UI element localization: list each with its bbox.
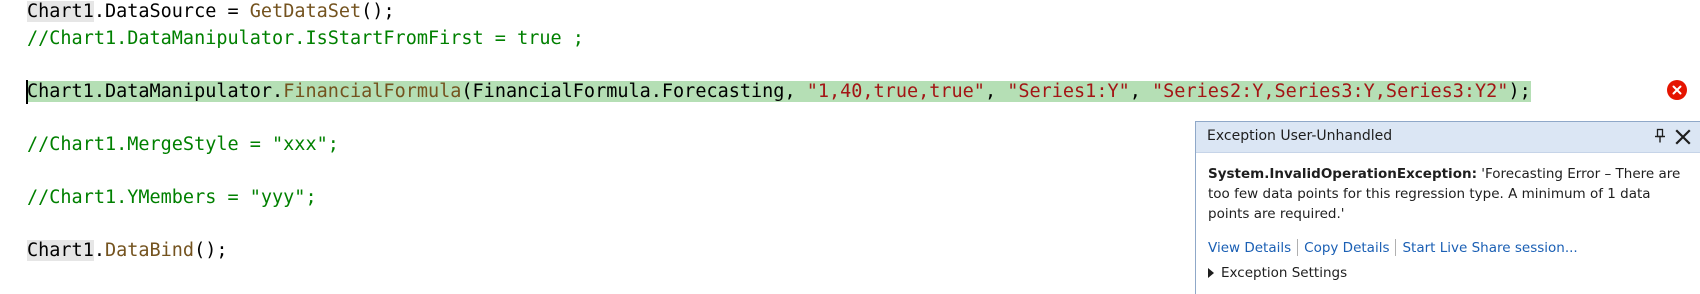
link-divider [1297, 239, 1299, 256]
live-share-link[interactable]: Start Live Share session... [1402, 240, 1577, 256]
code-token-dot: . [93, 240, 105, 261]
code-token-enum-type: FinancialFormula [472, 81, 651, 102]
code-token-chart: Chart1 [27, 240, 94, 261]
current-statement-highlight: Chart1.DataManipulator.FinancialFormula(… [27, 81, 1531, 102]
code-token-open-paren: ( [461, 81, 473, 102]
code-token-dot: . [272, 81, 284, 102]
exception-popup-title: Exception User-Unhandled [1207, 128, 1393, 144]
text-caret [26, 80, 28, 104]
exception-popup: Exception User-Unhandled System.InvalidO… [1195, 121, 1700, 294]
code-token-separator: , [784, 81, 807, 102]
code-token-string-arg3: "Series2:Y,Series3:Y,Series3:Y2" [1152, 81, 1509, 102]
code-token-dot: . [650, 81, 662, 102]
code-line-6[interactable]: Chart1.DataBind(); [27, 237, 228, 265]
code-token-dot: . [93, 1, 105, 22]
view-details-link[interactable]: View Details [1208, 240, 1291, 256]
code-line-2-comment[interactable]: //Chart1.DataManipulator.IsStartFromFirs… [27, 25, 584, 53]
exception-message: System.InvalidOperationException: 'Forec… [1208, 164, 1686, 224]
copy-details-link[interactable]: Copy Details [1304, 240, 1389, 256]
code-token-property: DataManipulator [104, 81, 273, 102]
code-token-tail: (); [361, 1, 395, 22]
exception-actions: View Details Copy Details Start Live Sha… [1208, 239, 1578, 256]
code-token-separator: , [984, 81, 1008, 102]
code-line-3-current-statement[interactable]: Chart1.DataManipulator.FinancialFormula(… [27, 78, 1531, 106]
code-token-separator: , [1129, 81, 1153, 102]
code-token-method: GetDataSet [249, 1, 362, 22]
exception-type: System.InvalidOperationException: [1208, 166, 1477, 182]
code-token-dot: . [93, 81, 105, 102]
code-token-assign: = [216, 1, 250, 22]
code-line-5-comment[interactable]: //Chart1.YMembers = "yyy"; [27, 184, 317, 212]
code-token-chart: Chart1 [27, 1, 94, 22]
code-token-enum-value: Forecasting [661, 81, 785, 102]
code-line-1[interactable]: Chart1.DataSource = GetDataSet(); [27, 0, 395, 26]
code-token-string-arg2: "Series1:Y" [1007, 81, 1130, 102]
code-token-method: FinancialFormula [283, 81, 462, 102]
exception-settings-expander[interactable]: Exception Settings [1208, 265, 1347, 281]
link-divider [1395, 239, 1397, 256]
code-token-string-arg1: "1,40,true,true" [806, 81, 985, 102]
code-token-close: ); [1508, 81, 1531, 102]
expand-triangle-icon [1208, 268, 1214, 278]
code-line-4-comment[interactable]: //Chart1.MergeStyle = "xxx"; [27, 131, 339, 159]
exception-popup-header[interactable]: Exception User-Unhandled [1196, 122, 1700, 153]
code-token-property: DataSource [104, 1, 217, 22]
pin-icon[interactable] [1651, 127, 1669, 145]
exception-settings-label: Exception Settings [1221, 265, 1348, 281]
error-circle-icon[interactable] [1667, 80, 1687, 100]
code-token-tail: (); [194, 240, 228, 261]
code-token-method: DataBind [104, 240, 195, 261]
code-token-chart: Chart1 [27, 81, 94, 102]
close-icon[interactable] [1673, 127, 1693, 147]
